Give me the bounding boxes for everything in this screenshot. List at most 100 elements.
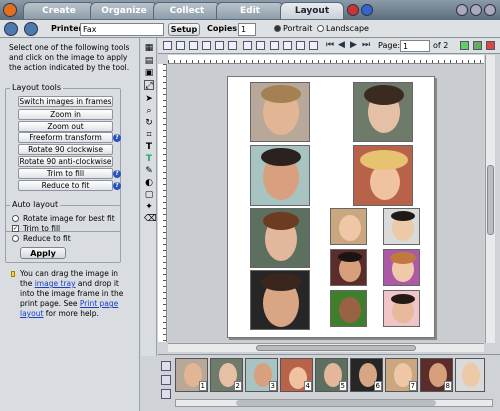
print-icon[interactable] bbox=[189, 41, 198, 50]
frame-icon[interactable]: ▢ bbox=[144, 190, 154, 200]
tray-thumbnail[interactable]: 7 bbox=[385, 358, 418, 392]
refresh-icon[interactable] bbox=[460, 41, 469, 50]
grid-icon[interactable] bbox=[270, 41, 279, 50]
layout-icon[interactable] bbox=[473, 41, 482, 50]
delete-icon[interactable] bbox=[228, 41, 237, 50]
photo-frame[interactable] bbox=[383, 249, 420, 286]
photo-frame[interactable] bbox=[353, 145, 413, 206]
printer-select[interactable]: Fax bbox=[80, 23, 164, 36]
close-icon[interactable] bbox=[484, 4, 496, 16]
zoom-in-icon[interactable] bbox=[309, 41, 318, 50]
back-icon[interactable] bbox=[4, 22, 18, 36]
open-icon[interactable] bbox=[163, 41, 172, 50]
prev-page-icon[interactable]: ◀ bbox=[338, 40, 345, 50]
rotate-icon[interactable]: ↻ bbox=[144, 118, 154, 128]
pointer-icon[interactable]: ➤ bbox=[144, 94, 154, 104]
horizontal-scrollbar[interactable] bbox=[168, 343, 484, 352]
setup-button[interactable]: Setup bbox=[168, 23, 200, 36]
help-icon[interactable]: ? bbox=[113, 170, 121, 178]
paste-icon[interactable] bbox=[215, 41, 224, 50]
zoom-100-icon[interactable] bbox=[296, 41, 305, 50]
copies-input[interactable]: 1 bbox=[238, 23, 256, 36]
copy-icon[interactable] bbox=[202, 41, 211, 50]
brush-icon[interactable]: ✎ bbox=[144, 166, 154, 176]
save-icon[interactable] bbox=[176, 41, 185, 50]
print-page[interactable] bbox=[227, 76, 435, 338]
next-page-icon[interactable]: ▶ bbox=[350, 40, 357, 50]
photo-frame[interactable] bbox=[330, 249, 367, 286]
help-icon[interactable] bbox=[361, 4, 373, 16]
first-page-icon[interactable]: ⏮ bbox=[326, 40, 334, 50]
photo-frame[interactable] bbox=[383, 208, 420, 245]
vertical-scrollbar[interactable] bbox=[485, 55, 495, 343]
switch-images-button[interactable]: Switch images in frames bbox=[18, 96, 113, 107]
minimize-icon[interactable] bbox=[456, 4, 468, 16]
apply-button[interactable]: Apply bbox=[20, 247, 66, 259]
crop-icon[interactable]: ⌗ bbox=[144, 130, 154, 140]
text-icon[interactable]: T bbox=[144, 142, 154, 152]
reduce-to-fit-radio[interactable] bbox=[12, 235, 19, 242]
eraser-icon[interactable]: ⌫ bbox=[144, 214, 157, 224]
zoom-in-button[interactable]: Zoom in bbox=[18, 109, 113, 120]
rotate-clockwise-button[interactable]: Rotate 90 clockwise bbox=[18, 144, 113, 155]
record-icon[interactable] bbox=[347, 4, 359, 16]
zoom-out-button[interactable]: Zoom out bbox=[18, 121, 113, 132]
maximize-icon[interactable] bbox=[470, 4, 482, 16]
scroll-thumb[interactable] bbox=[236, 400, 436, 406]
tray-thumbnail[interactable]: 1 bbox=[175, 358, 208, 392]
select-icon[interactable]: ⤢ bbox=[144, 80, 154, 91]
reduce-to-fit-button[interactable]: Reduce to fit bbox=[18, 180, 113, 191]
tool-icon[interactable]: ▤ bbox=[144, 56, 154, 66]
undo-icon[interactable] bbox=[243, 41, 252, 50]
landscape-radio[interactable] bbox=[317, 25, 324, 32]
tray-thumbnail[interactable]: 8 bbox=[420, 358, 453, 392]
tab-collect[interactable]: Collect bbox=[153, 2, 221, 19]
freeform-transform-button[interactable]: Freeform transform bbox=[18, 132, 113, 143]
stop-icon[interactable] bbox=[486, 41, 495, 50]
rotate-best-fit-radio[interactable] bbox=[12, 215, 19, 222]
tab-edit[interactable]: Edit bbox=[216, 2, 284, 19]
tray-scrollbar[interactable] bbox=[175, 399, 493, 407]
rotate-anticlockwise-button[interactable]: Rotate 90 anti-clockwise bbox=[18, 156, 113, 167]
scroll-thumb[interactable] bbox=[256, 345, 416, 351]
tray-thumbnail[interactable] bbox=[455, 358, 485, 392]
forward-icon[interactable] bbox=[24, 22, 38, 36]
image-tray-link[interactable]: image tray bbox=[35, 279, 76, 288]
tray-thumbnail[interactable]: 6 bbox=[350, 358, 383, 392]
help-icon[interactable]: ? bbox=[113, 134, 121, 142]
page-input[interactable]: 1 bbox=[400, 40, 430, 52]
tab-layout[interactable]: Layout bbox=[280, 2, 344, 19]
photo-frame[interactable] bbox=[250, 208, 310, 268]
help-icon[interactable]: ? bbox=[113, 182, 121, 190]
photo-frame[interactable] bbox=[250, 82, 310, 142]
zoom-fit-icon[interactable] bbox=[283, 41, 292, 50]
tool-icon[interactable]: ▣ bbox=[144, 68, 154, 78]
tray-thumbnail[interactable]: 5 bbox=[315, 358, 348, 392]
last-page-icon[interactable]: ⏭ bbox=[362, 40, 370, 50]
photo-frame[interactable] bbox=[250, 270, 310, 330]
fill-icon[interactable]: ◐ bbox=[144, 178, 154, 188]
tray-tool-icon[interactable] bbox=[161, 361, 171, 371]
portrait-radio[interactable] bbox=[274, 25, 281, 32]
tool-icon[interactable]: ▦ bbox=[144, 43, 154, 53]
photo-frame[interactable] bbox=[330, 290, 367, 327]
redo-icon[interactable] bbox=[256, 41, 265, 50]
tray-thumbnail[interactable]: 2 bbox=[210, 358, 243, 392]
tab-create[interactable]: Create bbox=[23, 2, 95, 19]
text-color-icon[interactable]: T bbox=[144, 154, 154, 164]
tray-tool-icon[interactable] bbox=[161, 375, 171, 385]
tab-organize[interactable]: Organize bbox=[90, 2, 158, 19]
zoom-icon[interactable]: ⌕ bbox=[144, 106, 154, 116]
photo-frame[interactable] bbox=[353, 82, 413, 142]
scroll-thumb[interactable] bbox=[487, 165, 494, 235]
trim-to-fill-button[interactable]: Trim to fill bbox=[18, 168, 113, 179]
tray-tool-icon[interactable] bbox=[161, 389, 171, 399]
effects-icon[interactable]: ✦ bbox=[144, 202, 154, 212]
trim-to-fill-check[interactable]: ✓ bbox=[12, 225, 19, 232]
home-icon[interactable] bbox=[3, 3, 17, 17]
tray-thumbnail[interactable]: 3 bbox=[245, 358, 278, 392]
photo-frame[interactable] bbox=[383, 290, 420, 327]
photo-frame[interactable] bbox=[330, 208, 367, 245]
photo-frame[interactable] bbox=[250, 145, 310, 206]
tray-thumbnail[interactable]: 4 bbox=[280, 358, 313, 392]
